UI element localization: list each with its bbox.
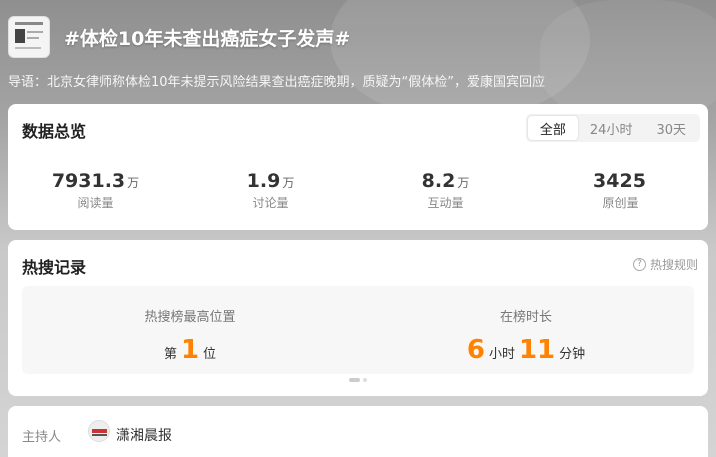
question-icon: ?: [632, 258, 646, 271]
duration-label: 在榜时长: [499, 310, 552, 325]
host-name[interactable]: 潇湘晨报: [116, 425, 172, 445]
tab-30d[interactable]: 30天: [644, 116, 698, 140]
stat-label: 讨论量: [252, 196, 289, 210]
rank-prefix: 第: [163, 347, 177, 362]
topic-thumbnail[interactable]: [8, 16, 50, 58]
stat-label: 互动量: [427, 196, 464, 210]
stat-value: 1.9: [246, 170, 281, 192]
tab-24h[interactable]: 24小时: [578, 116, 645, 140]
carousel-indicator: [8, 378, 708, 382]
stats-row: 7931.3 万 阅读量 1.9 万 讨论量 8.2 万 互动量 3425 原创量: [8, 170, 708, 211]
overview-title: 数据总览: [22, 122, 87, 141]
rank-suffix: 位: [203, 347, 217, 362]
carousel-dot[interactable]: [363, 378, 367, 382]
stat-value: 3425: [593, 170, 646, 192]
stat-originals: 3425 原创量: [533, 170, 708, 211]
carousel-dot-active[interactable]: [349, 378, 360, 382]
hot-record-card: 热搜记录 ? 热搜规则 热搜榜最高位置 第 1 位 在榜时长 6 小时 11 分…: [8, 240, 708, 396]
duration-hours-unit: 小时: [488, 347, 515, 362]
stat-unit: 万: [457, 176, 470, 190]
overview-card: 数据总览 全部 24小时 30天 7931.3 万 阅读量 1.9 万 讨论量 8.…: [8, 104, 708, 230]
stat-reads: 7931.3 万 阅读量: [8, 170, 183, 211]
rank-value-row: 第 1 位: [22, 335, 358, 365]
stat-value: 7931.3: [51, 170, 126, 192]
topic-title: #体检10年未查出癌症女子发声#: [64, 28, 351, 50]
hot-rules-label: 热搜规则: [649, 258, 698, 272]
duration-section: 在榜时长 6 小时 11 分钟: [358, 286, 694, 374]
topic-intro: 导语：北京女律师称体检10年未提示风险结果查出癌症晚期，质疑为“假体检”，爱康国…: [8, 75, 546, 90]
rank-label: 热搜榜最高位置: [144, 310, 236, 325]
duration-hours: 6: [466, 335, 485, 365]
hot-record-title: 热搜记录: [22, 258, 87, 277]
duration-minutes: 11: [518, 335, 556, 365]
hot-rules-link[interactable]: ? 热搜规则: [632, 256, 698, 273]
duration-value-row: 6 小时 11 分钟: [358, 335, 694, 365]
time-range-tabs: 全部 24小时 30天: [525, 114, 700, 142]
hot-record-box: 热搜榜最高位置 第 1 位 在榜时长 6 小时 11 分钟: [22, 286, 694, 374]
host-label: 主持人: [22, 430, 62, 445]
stat-discussions: 1.9 万 讨论量: [183, 170, 358, 211]
topic-header: #体检10年未查出癌症女子发声# 导语：北京女律师称体检10年未提示风险结果查出…: [8, 16, 708, 106]
stat-unit: 万: [127, 176, 140, 190]
rank-section: 热搜榜最高位置 第 1 位: [22, 286, 358, 374]
host-card: 主持人 潇湘晨报: [8, 406, 708, 457]
stat-value: 8.2: [421, 170, 456, 192]
duration-minutes-unit: 分钟: [559, 347, 586, 362]
stat-label: 原创量: [602, 196, 639, 210]
tab-all[interactable]: 全部: [527, 116, 578, 140]
rank-value: 1: [180, 335, 200, 365]
stat-label: 阅读量: [77, 196, 114, 210]
host-avatar[interactable]: [88, 420, 110, 442]
stat-interactions: 8.2 万 互动量: [358, 170, 533, 211]
stat-unit: 万: [282, 176, 295, 190]
